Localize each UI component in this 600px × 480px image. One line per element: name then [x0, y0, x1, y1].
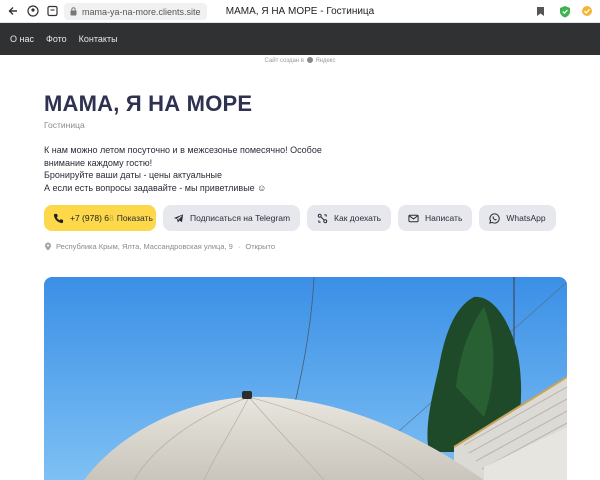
credit-text: Сайт создан в: [264, 58, 304, 64]
directions-label: Как доехать: [334, 213, 382, 223]
business-description: К нам можно летом посуточно и в межсезон…: [44, 144, 344, 194]
meta-separator: ·: [237, 242, 241, 251]
whatsapp-label: WhatsApp: [506, 213, 546, 223]
write-message-button[interactable]: Написать: [398, 205, 473, 231]
address-bar[interactable]: mama-ya-na-more.clients.site: [64, 3, 207, 20]
address-link[interactable]: Республика Крым, Ялта, Массандровская ул…: [56, 242, 233, 251]
mail-icon: [408, 214, 419, 222]
location-pin-icon: [45, 242, 51, 251]
show-phone-button[interactable]: +7 (978) 68 Показать: [44, 205, 156, 231]
hero-photo[interactable]: [44, 277, 567, 480]
protect-shield-icon[interactable]: [558, 4, 572, 18]
description-line: Бронируйте ваши даты - цены актуальные: [44, 170, 223, 180]
browser-bar: mama-ya-na-more.clients.site МАМА, Я НА …: [0, 0, 600, 23]
open-status: Открыто: [245, 242, 275, 251]
directions-button[interactable]: Как доехать: [307, 205, 392, 231]
write-label: Написать: [425, 213, 463, 223]
action-buttons: +7 (978) 68 Показать Подписаться на Tele…: [44, 205, 563, 231]
lock-icon: [70, 7, 77, 16]
telegram-icon: [173, 213, 184, 222]
bookmark-icon[interactable]: [533, 4, 547, 18]
account-icon[interactable]: [26, 4, 40, 18]
business-category: Гостиница: [44, 120, 85, 130]
description-line: внимание каждому гостю!: [44, 157, 153, 168]
back-arrow-icon[interactable]: [6, 4, 20, 18]
extension-icon[interactable]: [580, 4, 594, 18]
bookmarks-icon[interactable]: [45, 4, 59, 18]
yandex-logo-icon: [306, 57, 313, 63]
url-text: mama-ya-na-more.clients.site: [82, 6, 201, 17]
description-line: А если есть вопросы задавайте - мы приве…: [44, 182, 267, 193]
credit-brand: Яндекс: [315, 58, 336, 64]
telegram-label: Подписаться на Telegram: [190, 213, 291, 223]
whatsapp-icon: [489, 212, 501, 224]
nav-item-contacts[interactable]: Контакты: [79, 34, 118, 44]
phone-icon: [53, 213, 64, 223]
business-meta: Республика Крым, Ялта, Массандровская ул…: [44, 242, 275, 251]
route-icon: [317, 213, 328, 223]
nav-item-about[interactable]: О нас: [10, 34, 34, 44]
telegram-subscribe-button[interactable]: Подписаться на Telegram: [163, 205, 301, 231]
description-line: К нам можно летом посуточно и в межсезон…: [44, 145, 322, 155]
phone-number: +7 (978) 6: [70, 213, 109, 223]
phone-number-hidden: 8: [109, 213, 114, 223]
site-nav: О нас Фото Контакты: [0, 23, 600, 55]
show-phone-label: Показать: [116, 213, 153, 223]
nav-item-photos[interactable]: Фото: [46, 34, 67, 44]
tab-title: МАМА, Я НА МОРЕ - Гостиница: [225, 6, 375, 17]
site-credit[interactable]: Сайт создан в Яндекс: [0, 57, 600, 64]
page-title: МАМА, Я НА МОРЕ: [44, 91, 253, 116]
hero-photo-image: [44, 277, 567, 480]
whatsapp-button[interactable]: WhatsApp: [479, 205, 556, 231]
